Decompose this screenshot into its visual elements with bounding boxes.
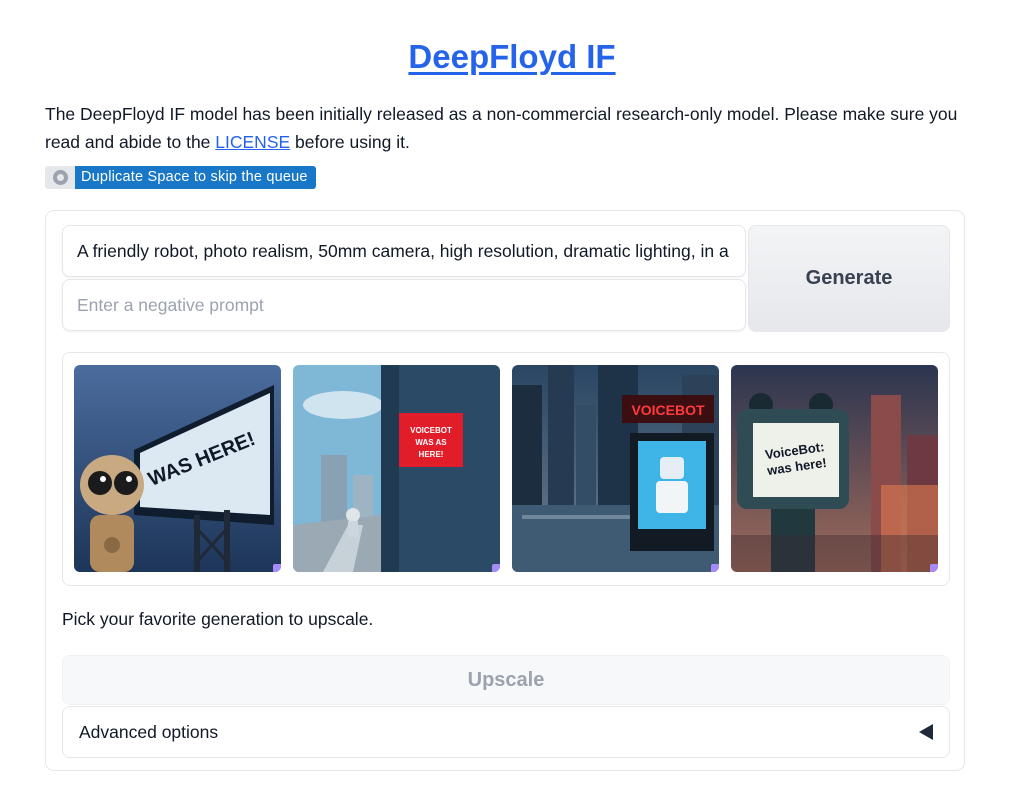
- caret-left-icon: [919, 724, 933, 740]
- negative-prompt-input[interactable]: [77, 294, 731, 316]
- duplicate-space-badge[interactable]: Duplicate Space to skip the queue: [45, 166, 316, 189]
- select-marker: [711, 564, 719, 572]
- intro-text-before: The DeepFloyd IF model has been initiall…: [45, 104, 958, 152]
- duplicate-icon: [45, 166, 75, 189]
- pick-instruction: Pick your favorite generation to upscale…: [62, 609, 374, 629]
- select-marker: [273, 564, 281, 572]
- neon-sign-text-3: VOICEBOT: [631, 402, 705, 418]
- prompt-input[interactable]: [77, 240, 731, 262]
- title-link[interactable]: DeepFloyd IF: [408, 38, 615, 75]
- intro-text-after: before using it.: [290, 132, 410, 152]
- advanced-options-accordion[interactable]: Advanced options: [62, 706, 950, 758]
- license-link[interactable]: LICENSE: [215, 132, 290, 152]
- main-panel: Generate WAS HERE!: [45, 210, 965, 771]
- prompt-field[interactable]: [62, 225, 746, 277]
- gallery-image-3[interactable]: VOICEBOT: [512, 365, 719, 572]
- gallery-image-4[interactable]: VoiceBot:was here!: [731, 365, 938, 572]
- duplicate-space-label: Duplicate Space to skip the queue: [75, 166, 316, 189]
- gallery-image-2[interactable]: VOICEBOT WAS AS HERE!: [293, 365, 500, 572]
- select-marker: [492, 564, 500, 572]
- gallery-image-1[interactable]: WAS HERE!: [74, 365, 281, 572]
- page-title: DeepFloyd IF: [0, 38, 1024, 76]
- select-marker: [930, 564, 938, 572]
- negative-prompt-field[interactable]: [62, 279, 746, 331]
- upscale-button[interactable]: Upscale: [62, 655, 950, 705]
- intro-text: The DeepFloyd IF model has been initiall…: [45, 100, 980, 156]
- generate-button[interactable]: Generate: [748, 225, 950, 332]
- image-gallery: WAS HERE! VOICEBOT WAS AS HERE! VOICEBOT…: [62, 352, 950, 586]
- advanced-options-label: Advanced options: [79, 721, 219, 742]
